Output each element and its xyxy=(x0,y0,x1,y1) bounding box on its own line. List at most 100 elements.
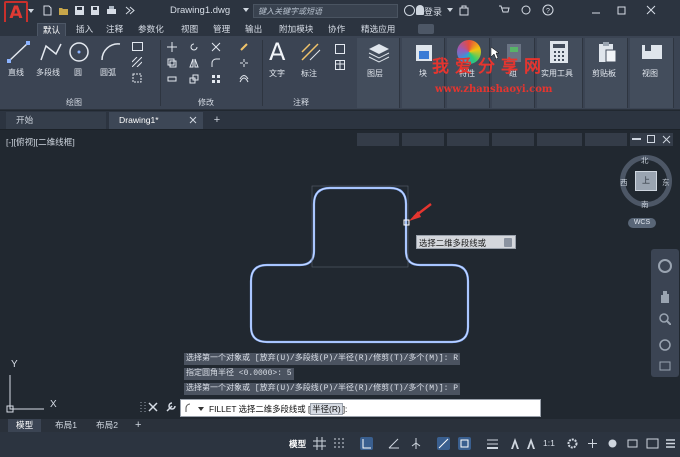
tab-addons[interactable]: 附加模块 xyxy=(274,23,318,36)
modify-panel-label[interactable]: 修改 xyxy=(198,97,214,108)
annotation-scale[interactable]: 1:1 xyxy=(543,438,555,448)
down-arrow-key-icon[interactable] xyxy=(504,238,512,247)
tab-featured-apps[interactable]: 精选应用 xyxy=(356,23,400,36)
trim-icon[interactable] xyxy=(211,42,221,52)
lineweight-icon[interactable] xyxy=(486,437,499,450)
recent-commands-icon[interactable] xyxy=(185,403,195,413)
erase-icon[interactable] xyxy=(239,42,249,52)
command-line-grip-icon[interactable] xyxy=(138,400,148,416)
clean-screen-icon[interactable] xyxy=(646,437,659,450)
isodraft-icon[interactable] xyxy=(410,437,423,450)
showmotion-icon[interactable] xyxy=(659,361,671,371)
object-snap-tracking-icon[interactable] xyxy=(437,437,450,450)
orbit-icon[interactable] xyxy=(659,339,671,351)
radius-option[interactable]: 半径(R) xyxy=(310,403,343,415)
text-button[interactable]: 文字 xyxy=(269,68,285,79)
save-icon[interactable] xyxy=(74,5,85,16)
viewport-controls[interactable]: [-][俯视][二维线框] xyxy=(6,136,75,148)
open-file-icon[interactable] xyxy=(58,5,69,16)
add-icon[interactable] xyxy=(586,437,599,450)
close-command-line-icon[interactable] xyxy=(148,402,158,412)
pan-icon[interactable] xyxy=(659,289,671,303)
chevron-down-icon[interactable] xyxy=(243,8,249,12)
ribbon-options-icon[interactable] xyxy=(418,24,434,34)
clipboard-panel[interactable]: 剪贴板 xyxy=(585,38,628,146)
ortho-icon[interactable] xyxy=(360,437,373,450)
leader-icon[interactable] xyxy=(335,44,345,54)
viewport-minimize-icon[interactable] xyxy=(632,138,641,140)
hardware-acceleration-icon[interactable] xyxy=(626,437,639,450)
polyline-shape[interactable] xyxy=(249,186,470,344)
array-icon[interactable] xyxy=(211,74,221,84)
polyline-icon[interactable] xyxy=(38,40,64,64)
tab-manage[interactable]: 管理 xyxy=(208,23,235,36)
stretch-icon[interactable] xyxy=(167,74,177,84)
offset-icon[interactable] xyxy=(239,74,249,84)
copy-icon[interactable] xyxy=(167,58,177,68)
annotation-autoscale-icon[interactable] xyxy=(525,437,538,450)
tab-layout1[interactable]: 布局1 xyxy=(47,419,85,432)
object-snap-icon[interactable] xyxy=(458,437,471,450)
rectangle-icon[interactable] xyxy=(132,42,143,51)
tab-output[interactable]: 输出 xyxy=(240,23,267,36)
polyline-button[interactable]: 多段线 xyxy=(36,67,60,78)
viewcube-top-face[interactable]: 上 xyxy=(635,171,657,191)
arc-icon[interactable] xyxy=(98,40,124,64)
connect-icon[interactable] xyxy=(520,4,532,16)
viewport-close-icon[interactable] xyxy=(662,135,671,144)
explode-icon[interactable] xyxy=(239,58,249,68)
isolate-objects-icon[interactable] xyxy=(606,437,619,450)
snap-icon[interactable] xyxy=(332,437,345,450)
search-input[interactable]: 键入关键字或短语 xyxy=(253,4,398,18)
workspace-gear-icon[interactable] xyxy=(566,437,579,450)
move-icon[interactable] xyxy=(167,42,177,52)
rotate-icon[interactable] xyxy=(189,42,199,52)
tab-layout2[interactable]: 布局2 xyxy=(88,419,126,432)
more-commands-icon[interactable] xyxy=(124,5,135,16)
tab-default[interactable]: 默认 xyxy=(37,23,67,36)
compass-north[interactable]: 北 xyxy=(641,155,649,166)
close-tab-icon[interactable] xyxy=(189,116,197,124)
cart-icon[interactable] xyxy=(498,4,510,16)
restore-icon[interactable] xyxy=(616,4,628,16)
customization-menu-icon[interactable] xyxy=(664,437,677,450)
mirror-icon[interactable] xyxy=(189,58,199,68)
annotation-visibility-icon[interactable] xyxy=(509,437,522,450)
text-icon[interactable]: A xyxy=(269,38,285,66)
compass-east[interactable]: 东 xyxy=(662,177,670,188)
view-panel[interactable]: 视图 xyxy=(630,38,674,146)
model-space-button[interactable]: 模型 xyxy=(289,438,306,450)
plot-icon[interactable] xyxy=(106,5,117,16)
wcs-menu[interactable]: WCS xyxy=(628,218,656,228)
dimension-button[interactable]: 标注 xyxy=(301,68,317,79)
dimension-icon[interactable] xyxy=(300,42,322,62)
viewport-restore-icon[interactable] xyxy=(647,135,655,143)
line-icon[interactable] xyxy=(6,40,32,64)
polar-tracking-icon[interactable] xyxy=(387,437,400,450)
help-icon[interactable]: ? xyxy=(542,4,554,16)
save-as-icon[interactable] xyxy=(90,5,101,16)
new-file-icon[interactable] xyxy=(42,5,53,16)
layers-panel[interactable]: 图层 xyxy=(357,38,400,146)
customize-wrench-icon[interactable] xyxy=(165,401,177,413)
circle-button[interactable]: 圆 xyxy=(74,67,82,78)
chevron-down-icon[interactable] xyxy=(447,8,453,12)
compass-west[interactable]: 西 xyxy=(620,177,628,188)
tab-view[interactable]: 视图 xyxy=(176,23,203,36)
annotation-panel-label[interactable]: 注释 xyxy=(293,97,309,108)
tab-parametric[interactable]: 参数化 xyxy=(133,23,169,36)
arc-button[interactable]: 圆弧 xyxy=(100,67,116,78)
tab-insert[interactable]: 插入 xyxy=(71,23,98,36)
chevron-down-icon[interactable] xyxy=(198,407,204,411)
search-icon[interactable] xyxy=(404,5,415,16)
tab-collaborate[interactable]: 协作 xyxy=(323,23,350,36)
close-icon[interactable] xyxy=(645,4,657,16)
scale-icon[interactable] xyxy=(189,74,199,84)
login-button[interactable]: 登录 xyxy=(424,5,442,18)
new-tab-plus-icon[interactable]: + xyxy=(211,114,223,126)
line-button[interactable]: 直线 xyxy=(8,67,24,78)
add-layout-icon[interactable]: + xyxy=(135,419,141,431)
draw-panel-label[interactable]: 绘图 xyxy=(66,97,82,108)
compass-south[interactable]: 南 xyxy=(641,199,649,210)
circle-icon[interactable] xyxy=(66,40,92,64)
